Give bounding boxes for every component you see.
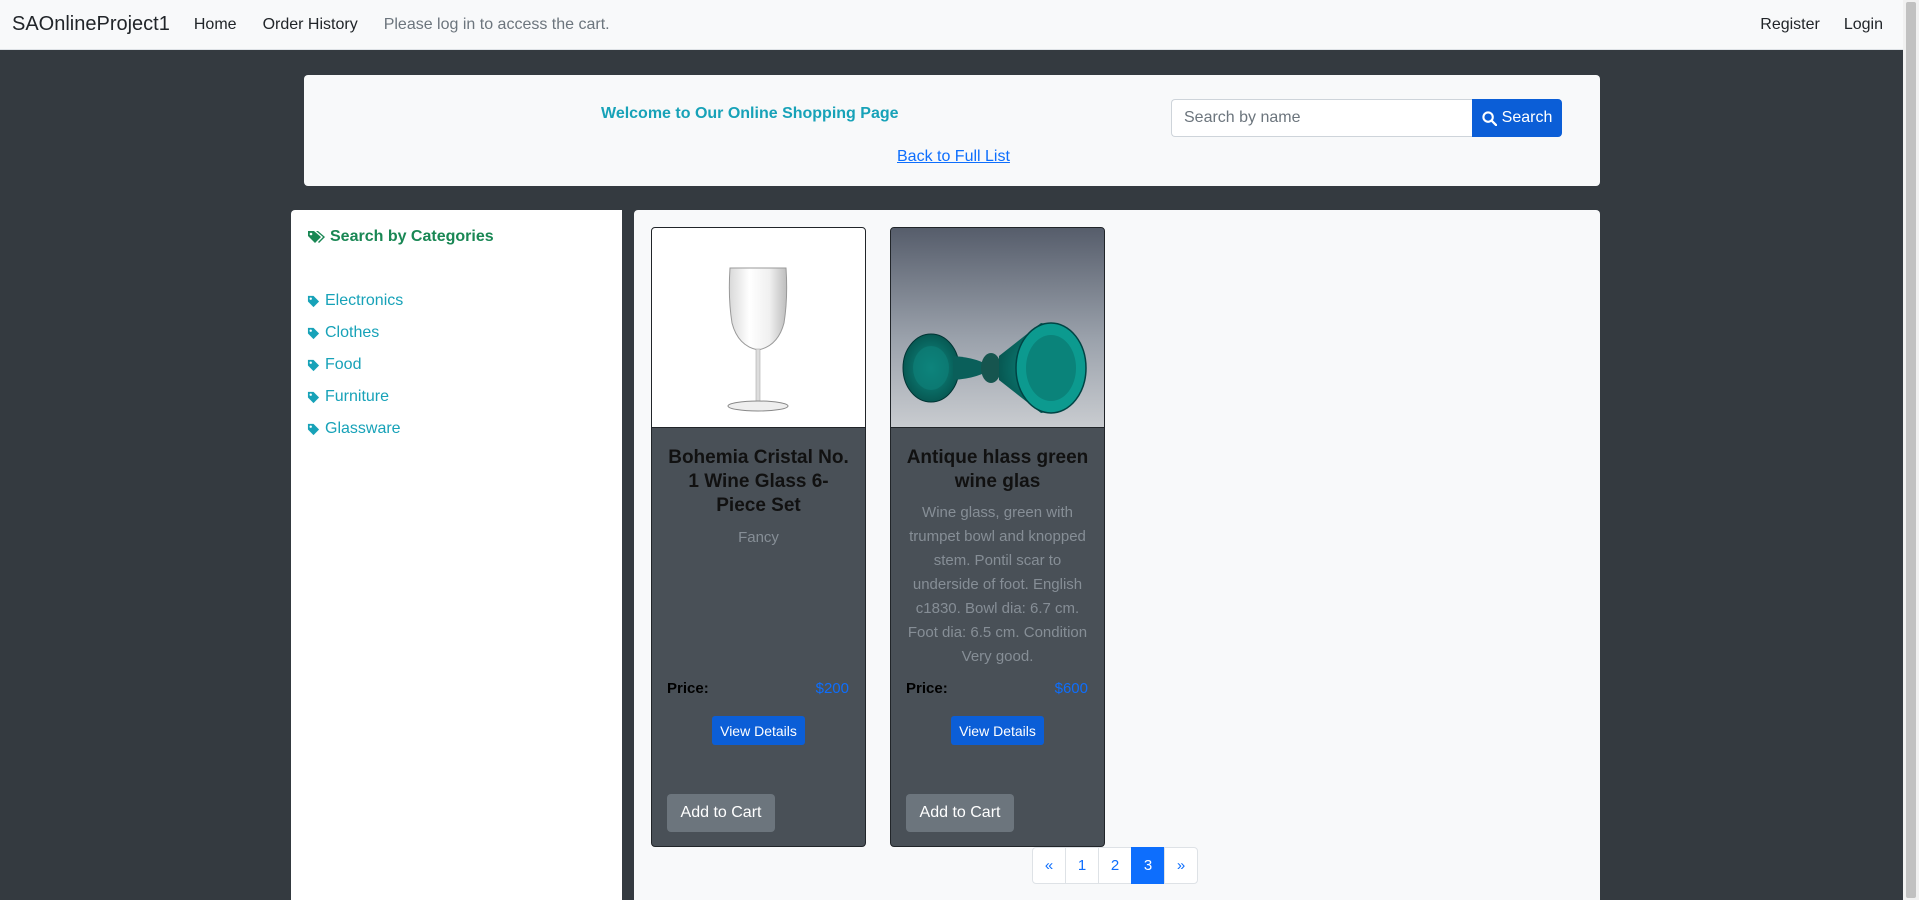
nav-register-link[interactable]: Register <box>1760 16 1820 34</box>
category-label: Clothes <box>325 324 380 341</box>
sidebar-title-text: Search by Categories <box>330 228 494 245</box>
price-label: Price: <box>906 680 948 697</box>
page-next-link[interactable]: » <box>1164 847 1198 884</box>
category-item-food[interactable]: Food <box>307 349 403 381</box>
category-list: Electronics Clothes Food Furniture Glass… <box>307 285 403 445</box>
welcome-heading: Welcome to Our Online Shopping Page <box>601 105 899 122</box>
page-link-1[interactable]: 1 <box>1065 847 1099 884</box>
search-icon <box>1482 110 1497 126</box>
product-card: Antique hlass green wine glas Wine glass… <box>890 227 1105 847</box>
category-label: Food <box>325 356 362 373</box>
product-title: Antique hlass green wine glas <box>906 447 1089 492</box>
tag-icon <box>307 327 320 339</box>
category-item-glassware[interactable]: Glassware <box>307 413 403 445</box>
product-panel: Bohemia Cristal No. 1 Wine Glass 6-Piece… <box>634 210 1600 900</box>
category-label: Glassware <box>325 420 401 437</box>
brand-logo[interactable]: SAOnlineProject1 <box>12 13 170 36</box>
search-input[interactable] <box>1171 99 1472 137</box>
page-prev-link[interactable]: « <box>1032 847 1066 884</box>
add-to-cart-button[interactable]: Add to Cart <box>906 794 1014 832</box>
category-item-electronics[interactable]: Electronics <box>307 285 403 317</box>
category-sidebar: Search by Categories Electronics Clothes… <box>291 210 622 900</box>
scrollbar-thumb[interactable] <box>1906 2 1916 898</box>
tag-icon <box>307 391 320 403</box>
header-panel: Welcome to Our Online Shopping Page Back… <box>304 75 1600 186</box>
product-card: Bohemia Cristal No. 1 Wine Glass 6-Piece… <box>651 227 866 847</box>
tag-icon <box>307 423 320 435</box>
search-button[interactable]: Search <box>1472 99 1562 137</box>
category-label: Furniture <box>325 388 390 405</box>
back-to-full-list-link[interactable]: Back to Full List <box>897 148 1010 166</box>
category-item-furniture[interactable]: Furniture <box>307 381 403 413</box>
nav-home-link[interactable]: Home <box>194 16 237 34</box>
vertical-scrollbar[interactable] <box>1903 0 1919 900</box>
view-details-button[interactable]: View Details <box>712 716 805 745</box>
product-image-wine-glass[interactable] <box>652 228 865 428</box>
add-to-cart-button[interactable]: Add to Cart <box>667 794 775 832</box>
page-link-2[interactable]: 2 <box>1098 847 1132 884</box>
wine-glass-illustration <box>727 267 789 412</box>
nav-order-history-link[interactable]: Order History <box>263 16 358 34</box>
nav-account-links: Register Login <box>1736 0 1883 50</box>
page-link-3-active[interactable]: 3 <box>1131 847 1165 884</box>
top-navbar: SAOnlineProject1 Home Order History Plea… <box>0 0 1903 50</box>
product-description: Wine glass, green with trumpet bowl and … <box>907 504 1088 665</box>
sidebar-title: Search by Categories <box>307 228 494 246</box>
nav-login-link[interactable]: Login <box>1844 16 1883 34</box>
green-glass-illustration <box>891 228 1104 427</box>
price-label: Price: <box>667 680 709 697</box>
tag-icon <box>307 295 320 307</box>
price-value: $600 <box>1054 680 1088 697</box>
product-title: Bohemia Cristal No. 1 Wine Glass 6-Piece… <box>668 447 849 516</box>
tags-icon <box>308 231 325 243</box>
category-label: Electronics <box>325 292 404 309</box>
view-details-button[interactable]: View Details <box>951 716 1044 745</box>
product-image-green-glass[interactable] <box>891 228 1104 428</box>
search-button-label: Search <box>1501 109 1553 126</box>
product-description: Fancy <box>738 529 779 546</box>
price-value: $200 <box>815 680 849 697</box>
category-item-clothes[interactable]: Clothes <box>307 317 403 349</box>
cart-login-notice: Please log in to access the cart. <box>383 15 610 33</box>
pagination: « 1 2 3 » <box>1032 847 1198 884</box>
tag-icon <box>307 359 320 371</box>
